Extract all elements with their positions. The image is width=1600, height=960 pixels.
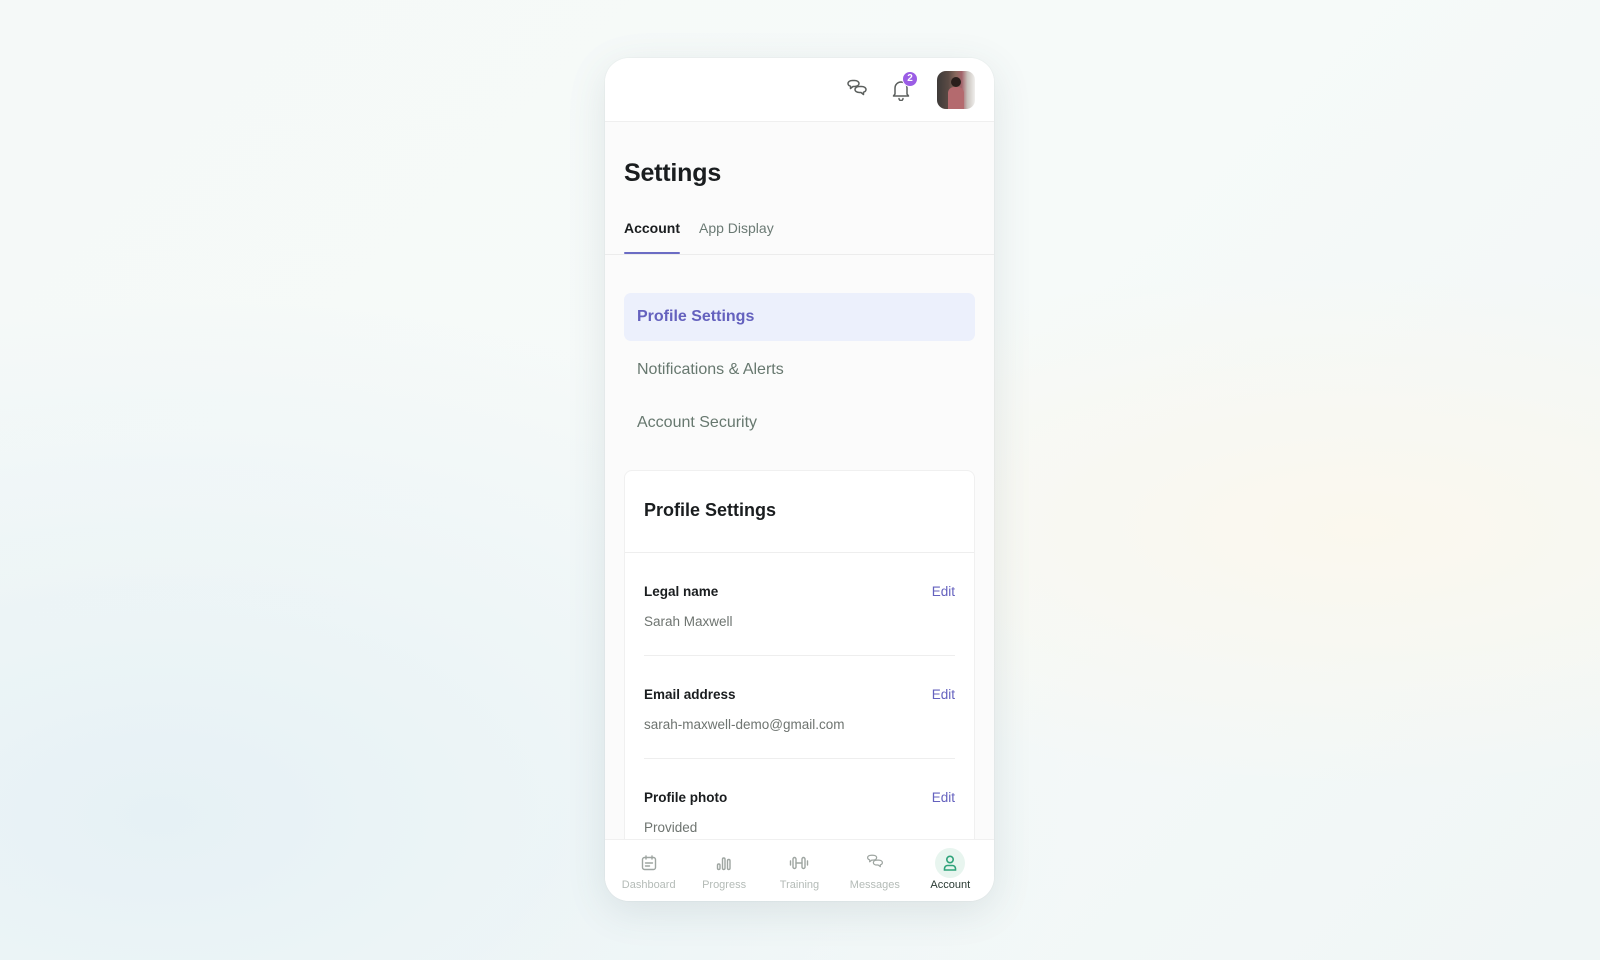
field-value: Provided	[644, 820, 698, 835]
tab-app-display[interactable]: App Display	[699, 218, 774, 254]
settings-menu: Profile Settings Notifications & Alerts …	[624, 293, 975, 447]
menu-item-notifications-alerts[interactable]: Notifications & Alerts	[624, 346, 975, 394]
field-value: sarah-maxwell-demo@gmail.com	[644, 717, 845, 732]
nav-label: Account	[930, 879, 971, 891]
chat-bubbles-icon	[866, 854, 883, 868]
avatar-photo-head	[951, 76, 961, 87]
nav-label: Dashboard	[621, 879, 676, 891]
edit-profile-photo-button[interactable]: Edit	[932, 790, 955, 805]
field-label: Email address	[644, 687, 736, 702]
top-bar: 2	[605, 58, 994, 122]
profile-settings-card: Profile Settings Legal name Edit Sarah M…	[624, 470, 975, 839]
chat-bubbles-icon	[847, 79, 867, 95]
messages-button[interactable]	[835, 68, 879, 112]
nav-item-messages[interactable]: Messages	[840, 848, 910, 891]
settings-content: Profile Settings Notifications & Alerts …	[605, 255, 994, 839]
avatar[interactable]	[937, 70, 975, 109]
nav-item-account[interactable]: Account	[915, 848, 985, 891]
avatar-photo-body	[948, 86, 964, 109]
dumbbell-icon	[790, 856, 809, 870]
menu-item-account-security[interactable]: Account Security	[624, 399, 975, 447]
card-title: Profile Settings	[625, 471, 974, 553]
calendar-icon	[641, 855, 656, 871]
nav-label: Training	[779, 879, 820, 891]
tab-account[interactable]: Account	[624, 218, 680, 254]
settings-tabs: Account App Display	[624, 218, 975, 254]
nav-item-training[interactable]: Training	[764, 848, 834, 891]
page-title: Settings	[624, 159, 722, 187]
nav-item-dashboard[interactable]: Dashboard	[614, 848, 684, 891]
notification-badge: 2	[902, 70, 918, 87]
notifications-button[interactable]: 2	[879, 68, 923, 112]
field-profile-photo: Profile photo Edit Provided	[644, 759, 955, 839]
app-window: 2 Settings Account App Display Profile S…	[605, 58, 994, 901]
bottom-navigation: Dashboard Progress Training Messages Acc…	[605, 839, 994, 901]
menu-item-profile-settings[interactable]: Profile Settings	[624, 293, 975, 341]
field-email-address: Email address Edit sarah-maxwell-demo@gm…	[644, 656, 955, 759]
nav-label: Progress	[702, 879, 747, 891]
bar-chart-icon	[716, 857, 731, 871]
nav-item-progress[interactable]: Progress	[689, 848, 759, 891]
edit-legal-name-button[interactable]: Edit	[932, 584, 955, 599]
user-icon	[943, 855, 957, 871]
field-legal-name: Legal name Edit Sarah Maxwell	[644, 553, 955, 656]
nav-label: Messages	[849, 879, 900, 891]
field-label: Profile photo	[644, 790, 728, 805]
edit-email-button[interactable]: Edit	[932, 687, 955, 702]
settings-header: Settings Account App Display	[605, 122, 994, 255]
field-value: Sarah Maxwell	[644, 614, 733, 629]
field-label: Legal name	[644, 584, 719, 599]
